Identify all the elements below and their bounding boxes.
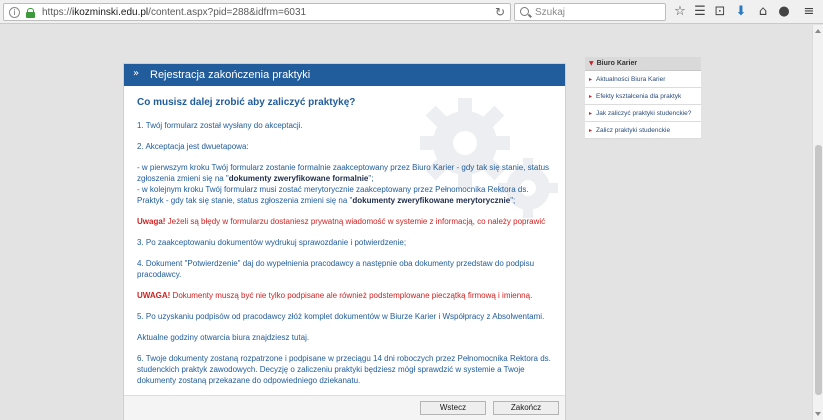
bullet-icon: ▸ — [589, 76, 593, 83]
step-2-text: 2. Akceptacja jest dwuetapowa: — [137, 142, 249, 151]
warning-errors-text: Uwaga! Jeżeli są błędy w formularzu dost… — [137, 217, 546, 226]
page-content: » Rejestracja zakończenia praktyki Co mu… — [0, 25, 812, 420]
scroll-thumb[interactable] — [815, 145, 822, 395]
warning-stamp-text: UWAGA! Dokumenty muszą być nie tylko pod… — [137, 291, 533, 300]
back-button[interactable]: Wstecz — [420, 401, 486, 415]
reload-icon[interactable]: ↻ — [495, 5, 505, 19]
download-icon[interactable]: ⬇ — [733, 4, 749, 20]
step-2b-text: - w kolejnym kroku Twój formularz musi z… — [137, 185, 529, 205]
lock-icon[interactable] — [26, 8, 35, 18]
url-path: /content.aspx?pid=288&idfrm=6031 — [148, 7, 307, 18]
card-footer: Wstecz Zakończ — [124, 395, 565, 420]
instructions-heading: Co musisz dalej zrobić aby zaliczyć prak… — [137, 97, 356, 108]
chat-icon[interactable]: ● — [776, 4, 792, 20]
step-4-text: 4. Dokument "Potwierdzenie" daj do wypeł… — [137, 259, 535, 279]
address-bar[interactable]: i https://ikozminski.edu.pl/content.aspx… — [3, 3, 511, 21]
url-domain: ikozminski.edu.pl — [72, 7, 149, 18]
step-1-text: 1. Twój formularz został wysłany do akce… — [137, 121, 303, 130]
info-icon[interactable]: i — [9, 7, 20, 18]
triangle-down-icon: ▼ — [589, 60, 594, 67]
card-header: » Rejestracja zakończenia praktyki — [124, 64, 565, 86]
pocket-icon[interactable]: ⊡ — [712, 4, 728, 20]
bullet-icon: ▸ — [589, 127, 593, 134]
registration-card: » Rejestracja zakończenia praktyki Co mu… — [123, 63, 566, 420]
card-body: Co musisz dalej zrobić aby zaliczyć prak… — [137, 97, 557, 396]
chevron-down-icon: » — [133, 68, 140, 79]
url-text[interactable]: https://ikozminski.edu.pl/content.aspx?p… — [42, 7, 306, 18]
step-3-text: 3. Po zaakceptowaniu dokumentów wydrukuj… — [137, 238, 407, 247]
sidebar-item-learning-outcomes[interactable]: ▸ Efekty kształcenia dla praktyk — [585, 88, 701, 105]
office-hours-link[interactable]: Aktualne godziny otwarcia biura znajdzie… — [137, 332, 557, 343]
sidebar-item-pass-internship[interactable]: ▸ Zalicz praktyki studenckie — [585, 122, 701, 139]
status-substantive: dokumenty zweryfikowane merytorycznie — [352, 196, 511, 205]
bookmark-star-icon[interactable]: ☆ — [672, 4, 688, 20]
sidebar-item-how-to-pass[interactable]: ▸ Jak zaliczyć praktyki studenckie? — [585, 105, 701, 122]
bullet-icon: ▸ — [589, 110, 593, 117]
browser-toolbar: i https://ikozminski.edu.pl/content.aspx… — [0, 0, 823, 24]
sidebar-title: ▼ Biuro Karier — [585, 57, 701, 71]
home-icon[interactable]: ⌂ — [755, 4, 771, 20]
reading-list-icon[interactable]: ☰ — [692, 4, 708, 20]
search-placeholder[interactable]: Szukaj — [535, 7, 565, 18]
menu-icon[interactable]: ≡ — [801, 4, 817, 20]
sidebar: ▼ Biuro Karier ▸ Aktualności Biura Karier … — [585, 57, 701, 139]
step-5-text: 5. Po uzyskaniu podpisów od pracodawcy z… — [137, 312, 545, 321]
page-scrollbar[interactable] — [812, 25, 823, 420]
card-title: Rejestracja zakończenia praktyki — [150, 69, 311, 81]
step-6-text: 6. Twoje dokumenty zostaną rozpatrzone i… — [137, 354, 551, 385]
search-icon — [520, 7, 529, 16]
scroll-down-icon[interactable] — [815, 412, 821, 416]
status-formal: dokumenty zweryfikowane formalnie — [228, 174, 369, 183]
scroll-up-icon[interactable] — [815, 29, 821, 33]
step-2a-text: - w pierwszym kroku Twój formularz zosta… — [137, 163, 550, 183]
bullet-icon: ▸ — [589, 93, 593, 100]
search-box[interactable]: Szukaj — [514, 3, 666, 21]
finish-button[interactable]: Zakończ — [493, 401, 559, 415]
sidebar-item-news[interactable]: ▸ Aktualności Biura Karier — [585, 71, 701, 88]
